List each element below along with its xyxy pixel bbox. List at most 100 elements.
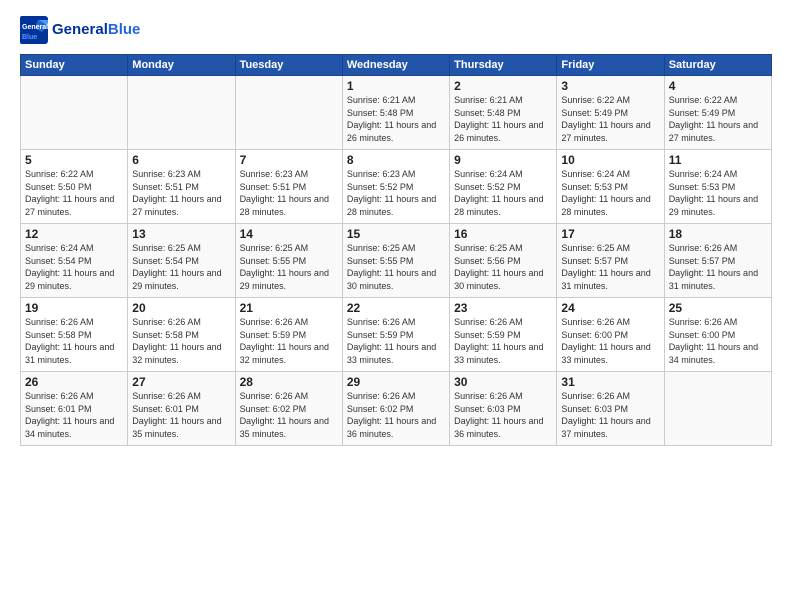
calendar-cell: 30Sunrise: 6:26 AM Sunset: 6:03 PM Dayli… bbox=[450, 372, 557, 446]
calendar-week-row: 26Sunrise: 6:26 AM Sunset: 6:01 PM Dayli… bbox=[21, 372, 772, 446]
day-number: 13 bbox=[132, 227, 230, 241]
calendar-week-row: 12Sunrise: 6:24 AM Sunset: 5:54 PM Dayli… bbox=[21, 224, 772, 298]
logo-icon: General Blue bbox=[20, 16, 48, 44]
calendar-table: SundayMondayTuesdayWednesdayThursdayFrid… bbox=[20, 54, 772, 446]
calendar-cell: 17Sunrise: 6:25 AM Sunset: 5:57 PM Dayli… bbox=[557, 224, 664, 298]
day-info: Sunrise: 6:25 AM Sunset: 5:55 PM Dayligh… bbox=[240, 242, 338, 292]
calendar-cell: 24Sunrise: 6:26 AM Sunset: 6:00 PM Dayli… bbox=[557, 298, 664, 372]
calendar-cell bbox=[21, 76, 128, 150]
day-info: Sunrise: 6:21 AM Sunset: 5:48 PM Dayligh… bbox=[454, 94, 552, 144]
day-info: Sunrise: 6:22 AM Sunset: 5:50 PM Dayligh… bbox=[25, 168, 123, 218]
weekday-header: Saturday bbox=[664, 55, 771, 76]
calendar-cell: 23Sunrise: 6:26 AM Sunset: 5:59 PM Dayli… bbox=[450, 298, 557, 372]
svg-text:General: General bbox=[22, 24, 48, 31]
day-info: Sunrise: 6:26 AM Sunset: 6:02 PM Dayligh… bbox=[347, 390, 445, 440]
day-number: 31 bbox=[561, 375, 659, 389]
day-info: Sunrise: 6:23 AM Sunset: 5:51 PM Dayligh… bbox=[132, 168, 230, 218]
calendar-cell: 3Sunrise: 6:22 AM Sunset: 5:49 PM Daylig… bbox=[557, 76, 664, 150]
day-info: Sunrise: 6:26 AM Sunset: 6:01 PM Dayligh… bbox=[25, 390, 123, 440]
day-info: Sunrise: 6:26 AM Sunset: 6:00 PM Dayligh… bbox=[561, 316, 659, 366]
calendar-cell: 22Sunrise: 6:26 AM Sunset: 5:59 PM Dayli… bbox=[342, 298, 449, 372]
day-info: Sunrise: 6:26 AM Sunset: 6:02 PM Dayligh… bbox=[240, 390, 338, 440]
day-number: 6 bbox=[132, 153, 230, 167]
day-number: 10 bbox=[561, 153, 659, 167]
day-info: Sunrise: 6:26 AM Sunset: 5:59 PM Dayligh… bbox=[347, 316, 445, 366]
day-info: Sunrise: 6:24 AM Sunset: 5:53 PM Dayligh… bbox=[669, 168, 767, 218]
day-number: 11 bbox=[669, 153, 767, 167]
day-info: Sunrise: 6:24 AM Sunset: 5:54 PM Dayligh… bbox=[25, 242, 123, 292]
calendar-cell: 4Sunrise: 6:22 AM Sunset: 5:49 PM Daylig… bbox=[664, 76, 771, 150]
calendar-cell: 26Sunrise: 6:26 AM Sunset: 6:01 PM Dayli… bbox=[21, 372, 128, 446]
day-number: 9 bbox=[454, 153, 552, 167]
weekday-header: Sunday bbox=[21, 55, 128, 76]
calendar-cell: 9Sunrise: 6:24 AM Sunset: 5:52 PM Daylig… bbox=[450, 150, 557, 224]
day-number: 23 bbox=[454, 301, 552, 315]
calendar-cell: 7Sunrise: 6:23 AM Sunset: 5:51 PM Daylig… bbox=[235, 150, 342, 224]
day-number: 28 bbox=[240, 375, 338, 389]
calendar-cell: 29Sunrise: 6:26 AM Sunset: 6:02 PM Dayli… bbox=[342, 372, 449, 446]
calendar-cell: 6Sunrise: 6:23 AM Sunset: 5:51 PM Daylig… bbox=[128, 150, 235, 224]
weekday-header: Monday bbox=[128, 55, 235, 76]
calendar-cell bbox=[128, 76, 235, 150]
day-number: 3 bbox=[561, 79, 659, 93]
calendar-cell: 2Sunrise: 6:21 AM Sunset: 5:48 PM Daylig… bbox=[450, 76, 557, 150]
calendar-cell: 25Sunrise: 6:26 AM Sunset: 6:00 PM Dayli… bbox=[664, 298, 771, 372]
logo-text: GeneralBlue bbox=[52, 22, 140, 39]
day-number: 19 bbox=[25, 301, 123, 315]
day-info: Sunrise: 6:26 AM Sunset: 5:58 PM Dayligh… bbox=[25, 316, 123, 366]
day-number: 4 bbox=[669, 79, 767, 93]
calendar-cell bbox=[235, 76, 342, 150]
calendar-cell: 1Sunrise: 6:21 AM Sunset: 5:48 PM Daylig… bbox=[342, 76, 449, 150]
calendar-cell: 21Sunrise: 6:26 AM Sunset: 5:59 PM Dayli… bbox=[235, 298, 342, 372]
day-info: Sunrise: 6:25 AM Sunset: 5:57 PM Dayligh… bbox=[561, 242, 659, 292]
calendar-week-row: 19Sunrise: 6:26 AM Sunset: 5:58 PM Dayli… bbox=[21, 298, 772, 372]
calendar-cell: 19Sunrise: 6:26 AM Sunset: 5:58 PM Dayli… bbox=[21, 298, 128, 372]
calendar-cell: 20Sunrise: 6:26 AM Sunset: 5:58 PM Dayli… bbox=[128, 298, 235, 372]
day-number: 16 bbox=[454, 227, 552, 241]
page: General Blue GeneralBlue SundayMondayTue… bbox=[0, 0, 792, 612]
day-info: Sunrise: 6:26 AM Sunset: 5:58 PM Dayligh… bbox=[132, 316, 230, 366]
calendar-cell: 11Sunrise: 6:24 AM Sunset: 5:53 PM Dayli… bbox=[664, 150, 771, 224]
calendar-week-row: 5Sunrise: 6:22 AM Sunset: 5:50 PM Daylig… bbox=[21, 150, 772, 224]
day-number: 27 bbox=[132, 375, 230, 389]
day-number: 22 bbox=[347, 301, 445, 315]
day-number: 25 bbox=[669, 301, 767, 315]
calendar-cell: 28Sunrise: 6:26 AM Sunset: 6:02 PM Dayli… bbox=[235, 372, 342, 446]
calendar-cell: 13Sunrise: 6:25 AM Sunset: 5:54 PM Dayli… bbox=[128, 224, 235, 298]
weekday-header: Friday bbox=[557, 55, 664, 76]
calendar-cell bbox=[664, 372, 771, 446]
day-number: 15 bbox=[347, 227, 445, 241]
day-number: 12 bbox=[25, 227, 123, 241]
day-info: Sunrise: 6:21 AM Sunset: 5:48 PM Dayligh… bbox=[347, 94, 445, 144]
calendar-cell: 15Sunrise: 6:25 AM Sunset: 5:55 PM Dayli… bbox=[342, 224, 449, 298]
weekday-header: Wednesday bbox=[342, 55, 449, 76]
day-number: 1 bbox=[347, 79, 445, 93]
day-number: 29 bbox=[347, 375, 445, 389]
calendar-cell: 27Sunrise: 6:26 AM Sunset: 6:01 PM Dayli… bbox=[128, 372, 235, 446]
day-number: 24 bbox=[561, 301, 659, 315]
day-number: 5 bbox=[25, 153, 123, 167]
day-info: Sunrise: 6:26 AM Sunset: 5:59 PM Dayligh… bbox=[454, 316, 552, 366]
day-number: 21 bbox=[240, 301, 338, 315]
day-info: Sunrise: 6:26 AM Sunset: 5:59 PM Dayligh… bbox=[240, 316, 338, 366]
day-number: 8 bbox=[347, 153, 445, 167]
day-number: 2 bbox=[454, 79, 552, 93]
day-info: Sunrise: 6:22 AM Sunset: 5:49 PM Dayligh… bbox=[561, 94, 659, 144]
calendar-cell: 8Sunrise: 6:23 AM Sunset: 5:52 PM Daylig… bbox=[342, 150, 449, 224]
day-info: Sunrise: 6:26 AM Sunset: 6:01 PM Dayligh… bbox=[132, 390, 230, 440]
calendar-cell: 18Sunrise: 6:26 AM Sunset: 5:57 PM Dayli… bbox=[664, 224, 771, 298]
day-number: 20 bbox=[132, 301, 230, 315]
day-info: Sunrise: 6:25 AM Sunset: 5:56 PM Dayligh… bbox=[454, 242, 552, 292]
header-row: SundayMondayTuesdayWednesdayThursdayFrid… bbox=[21, 55, 772, 76]
day-number: 26 bbox=[25, 375, 123, 389]
calendar-cell: 5Sunrise: 6:22 AM Sunset: 5:50 PM Daylig… bbox=[21, 150, 128, 224]
day-info: Sunrise: 6:26 AM Sunset: 6:03 PM Dayligh… bbox=[561, 390, 659, 440]
day-info: Sunrise: 6:24 AM Sunset: 5:53 PM Dayligh… bbox=[561, 168, 659, 218]
day-info: Sunrise: 6:25 AM Sunset: 5:54 PM Dayligh… bbox=[132, 242, 230, 292]
day-info: Sunrise: 6:23 AM Sunset: 5:52 PM Dayligh… bbox=[347, 168, 445, 218]
day-number: 14 bbox=[240, 227, 338, 241]
calendar-cell: 12Sunrise: 6:24 AM Sunset: 5:54 PM Dayli… bbox=[21, 224, 128, 298]
day-number: 17 bbox=[561, 227, 659, 241]
day-info: Sunrise: 6:26 AM Sunset: 6:03 PM Dayligh… bbox=[454, 390, 552, 440]
day-info: Sunrise: 6:23 AM Sunset: 5:51 PM Dayligh… bbox=[240, 168, 338, 218]
